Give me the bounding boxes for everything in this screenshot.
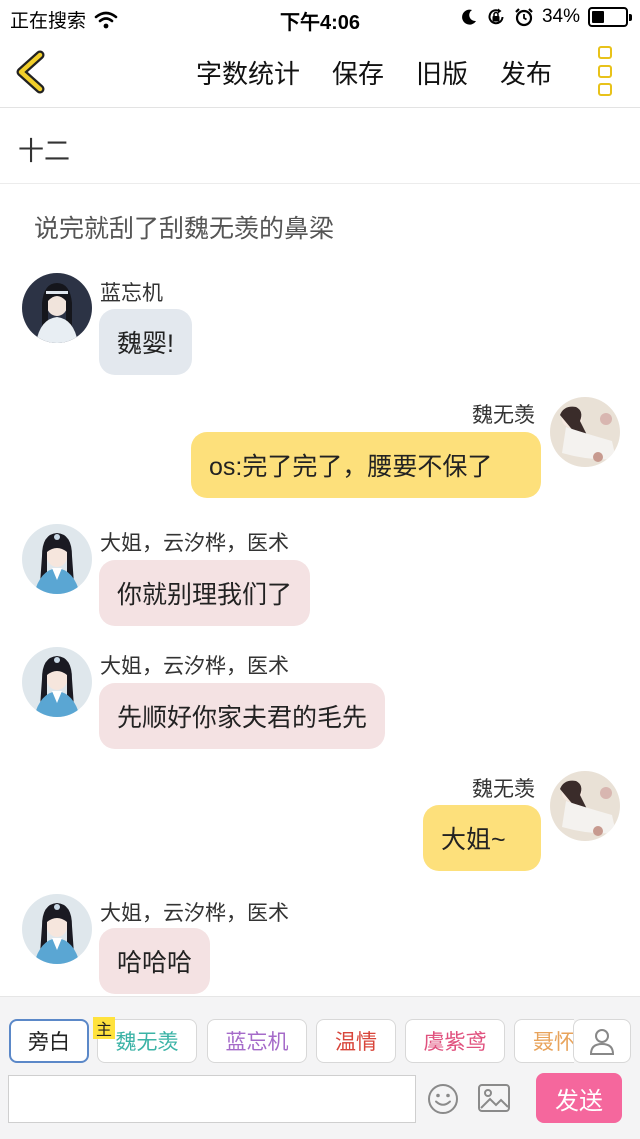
emoji-icon [428,1084,458,1114]
nav-actions: 字数统计 保存 旧版 发布 [196,54,552,91]
avatar-dajie[interactable] [22,647,92,717]
image-icon [478,1084,510,1112]
role-tab-yuziyuan[interactable]: 虞紫鸢 [405,1019,505,1063]
chapter-row[interactable]: 十二 [0,109,640,184]
back-button[interactable] [12,50,52,94]
message-bubble[interactable]: 你就别理我们了 [99,560,311,626]
message-bubble[interactable]: 魏婴! [99,309,192,375]
nav-bar: 字数统计 保存 旧版 发布 [0,36,640,108]
word-count-button[interactable]: 字数统计 [196,54,300,91]
role-tab-lanwangji[interactable]: 蓝忘机 [207,1019,307,1063]
narration-text: 说完就刮了刮魏无羡的鼻梁 [34,215,335,243]
speaker-name: 魏无羡 [472,778,535,801]
role-label: 魏无羡 [115,1031,179,1054]
avatar-weiwuxian[interactable] [550,397,620,467]
speaker-name: 蓝忘机 [100,282,163,305]
chat-area[interactable]: 说完就刮了刮魏无羡的鼻梁 蓝忘机 魏婴! 魏无羡 os:完了完了，腰要不保了 大… [0,185,640,995]
message-bubble[interactable]: 哈哈哈 [99,928,211,994]
role-tab-wenqing[interactable]: 温情 [316,1019,396,1063]
battery-level [592,11,605,23]
avatar-dajie[interactable] [22,894,92,964]
role-label: 虞紫鸢 [423,1031,487,1054]
role-label: 蓝忘机 [225,1031,289,1054]
lock-rotation-icon [488,8,504,25]
role-label: 旁白 [28,1031,70,1054]
more-dot [598,64,612,78]
battery-percent: 34% [541,6,580,27]
message-bubble[interactable]: os:完了完了，腰要不保了 [191,432,541,498]
composer-panel: 旁白 魏无羡 蓝忘机 温情 虞紫鸢 聂怀 主 发送 [0,996,640,1139]
image-button[interactable] [477,1083,511,1113]
save-button[interactable]: 保存 [332,54,384,91]
user-icon [589,1029,615,1055]
old-version-button[interactable]: 旧版 [416,54,468,91]
more-dot [598,46,612,59]
avatar-weiwuxian[interactable] [550,771,620,841]
emoji-button[interactable] [427,1083,459,1115]
publish-button[interactable]: 发布 [500,54,552,91]
chapter-title: 十二 [18,136,71,166]
back-chevron-icon [16,50,45,94]
status-right: 34% [460,6,632,28]
role-manage-button[interactable] [573,1019,631,1063]
avatar-lanwangji[interactable] [22,273,92,343]
host-badge: 主 [93,1017,115,1039]
message-bubble[interactable]: 大姐~ [423,805,541,871]
more-dot [598,83,612,96]
speaker-name: 大姐，云汐桦，医术 [100,532,289,555]
message-bubble[interactable]: 先顺好你家夫君的毛先 [99,683,386,749]
input-row: 发送 [0,1073,640,1129]
status-bar: 正在搜索 下午4:06 34% [0,0,640,36]
more-icon[interactable] [594,46,616,96]
role-label: 温情 [335,1031,377,1054]
speaker-name: 大姐，云汐桦，医术 [100,655,289,678]
speaker-name: 大姐，云汐桦，医术 [100,902,289,925]
moon-icon [462,9,476,25]
message-input[interactable] [8,1075,416,1123]
battery-icon [588,7,632,27]
avatar-dajie[interactable] [22,524,92,594]
send-button[interactable]: 发送 [536,1073,622,1123]
speaker-name: 魏无羡 [472,404,535,427]
alarm-icon [515,8,533,27]
role-tab-narrator[interactable]: 旁白 [9,1019,89,1063]
role-label: 聂怀 [533,1031,574,1054]
role-tab-nieh[interactable]: 聂怀 [514,1019,574,1063]
